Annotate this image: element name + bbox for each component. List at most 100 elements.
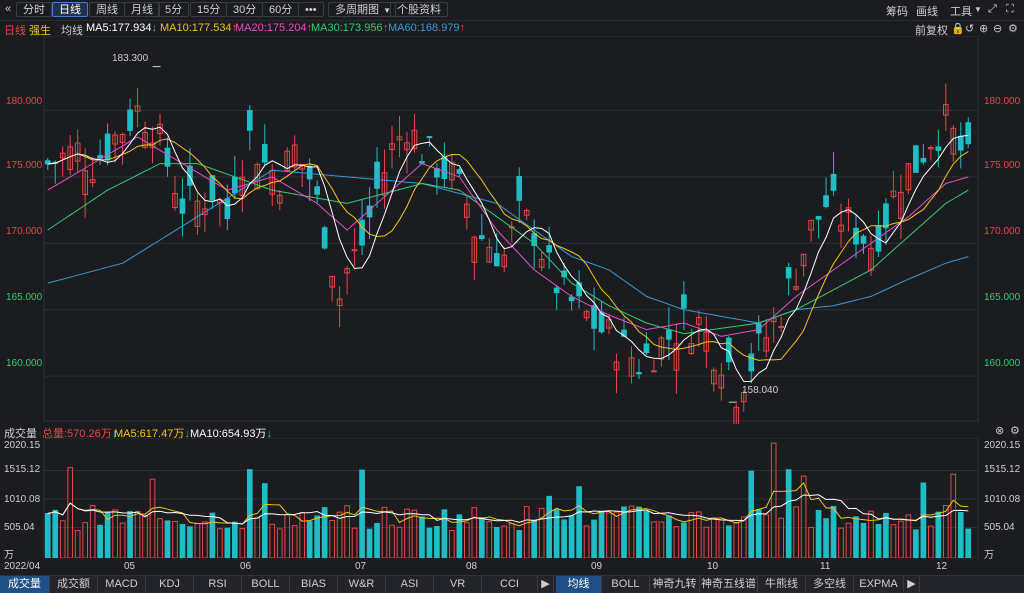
volume-bar — [561, 519, 567, 558]
price-chart[interactable] — [0, 36, 1024, 424]
volume-bar — [942, 505, 949, 558]
tab-ma-overlay[interactable]: 均线 — [556, 576, 602, 593]
tab-time-share[interactable]: 分时 — [16, 2, 52, 17]
candle-body — [651, 370, 657, 373]
volume-bar — [119, 522, 126, 558]
volume-bar — [935, 511, 942, 558]
volume-bar — [591, 519, 597, 558]
tools-button[interactable]: 工具 — [950, 3, 972, 19]
tab-rsi[interactable]: RSI — [194, 576, 242, 593]
more-periods-button[interactable]: ••• — [298, 2, 324, 17]
price-tick: 175.000 — [6, 160, 43, 171]
volume-bar — [411, 509, 418, 558]
date-label: 08 — [466, 561, 478, 572]
tab-vr[interactable]: VR — [434, 576, 482, 593]
lock-icon[interactable]: 🔒 — [951, 22, 965, 35]
volume-tick: 1010.08 — [4, 494, 41, 505]
volume-bar — [583, 525, 590, 558]
tools-chevron-icon[interactable]: ▼ — [974, 5, 982, 14]
tab-volume[interactable]: 成交量 — [0, 576, 50, 593]
volume-bar — [426, 527, 433, 558]
candle-body — [860, 235, 867, 244]
volume-bar — [913, 529, 919, 558]
volume-bar — [845, 522, 852, 558]
volume-chart[interactable] — [0, 438, 1024, 558]
tab-kdj[interactable]: KDJ — [146, 576, 194, 593]
volume-bar — [134, 511, 141, 558]
settings-icon[interactable]: ⚙ — [1008, 22, 1018, 35]
tab-shenqi-jiuzhuan[interactable]: 神奇九转 — [650, 576, 700, 593]
candle-body — [591, 305, 597, 329]
candle-body — [441, 156, 448, 179]
volume-bar — [52, 509, 59, 558]
volume-bar — [329, 520, 335, 558]
tab-expma[interactable]: EXPMA — [854, 576, 904, 593]
tab-turnover[interactable]: 成交额 — [50, 576, 98, 593]
volume-bar — [898, 520, 904, 558]
volume-bar — [957, 512, 964, 558]
low-annotation: 158.040 — [742, 385, 779, 396]
tab-daily[interactable]: 日线 — [52, 2, 88, 17]
tab-asi[interactable]: ASI — [386, 576, 434, 593]
tab-scroll-right-icon[interactable]: ▶ — [538, 576, 554, 593]
volume-bar — [471, 507, 478, 558]
ma10-value: MA10:177.534↑ — [160, 22, 238, 34]
volume-bar — [568, 515, 575, 558]
reset-icon[interactable]: ↺ — [965, 22, 974, 35]
tab-30min[interactable]: 30分 — [226, 2, 264, 17]
expand-icon[interactable]: ⤢ — [988, 3, 997, 16]
volume-tick: 505.04 — [984, 522, 1015, 533]
tab-15min[interactable]: 15分 — [190, 2, 228, 17]
tab-boll-overlay[interactable]: BOLL — [602, 576, 650, 593]
stock-profile-button[interactable]: 个股资料 — [390, 2, 448, 17]
volume-bar — [261, 483, 268, 558]
price-tick: 170.000 — [984, 226, 1021, 237]
candle-body — [478, 235, 485, 240]
chips-button[interactable]: 筹码 — [886, 3, 908, 19]
volume-bar — [291, 525, 298, 558]
volume-bar — [351, 527, 358, 558]
candle-body — [419, 161, 425, 164]
zoom-out-icon[interactable]: ⊖ — [993, 22, 1002, 35]
volume-close-icon[interactable]: ⊗ — [995, 424, 1004, 437]
tab-5min[interactable]: 5分 — [158, 2, 190, 17]
volume-bar — [224, 527, 231, 558]
tab-macd[interactable]: MACD — [98, 576, 146, 593]
candle-body — [232, 176, 238, 194]
volume-bar — [441, 509, 448, 558]
tab-bias[interactable]: BIAS — [290, 576, 338, 593]
tab-boll[interactable]: BOLL — [242, 576, 290, 593]
candle-body — [681, 294, 687, 309]
volume-settings-icon[interactable]: ⚙ — [1010, 424, 1020, 437]
tab-cci[interactable]: CCI — [482, 576, 538, 593]
fullscreen-icon[interactable]: ⛶ — [1006, 3, 1014, 16]
volume-bar — [336, 511, 343, 558]
volume-bar — [449, 530, 455, 558]
tab-shenqi-wuxian[interactable]: 神奇五线谱 — [700, 576, 758, 593]
multi-period-dropdown[interactable]: 多周期图 ▼ — [328, 2, 396, 17]
volume-bar — [164, 520, 171, 558]
volume-bar — [666, 515, 672, 558]
tab-60min[interactable]: 60分 — [262, 2, 300, 17]
tab-long-short[interactable]: 多空线 — [806, 576, 854, 593]
volume-bar — [770, 442, 777, 558]
volume-bar — [755, 509, 762, 558]
volume-bar — [823, 518, 829, 558]
tab-monthly[interactable]: 月线 — [124, 2, 160, 17]
volume-bar — [860, 523, 867, 558]
volume-unit: 万 — [984, 550, 994, 561]
tab-wr[interactable]: W&R — [338, 576, 386, 593]
zoom-in-icon[interactable]: ⊕ — [979, 22, 988, 35]
candle-body — [778, 325, 784, 328]
volume-unit: 万 — [4, 550, 14, 561]
volume-bar — [217, 528, 223, 558]
volume-bar — [434, 526, 440, 558]
double-left-arrow-icon[interactable]: « — [5, 3, 11, 15]
draw-line-button[interactable]: 画线 — [916, 3, 938, 19]
candle-body — [127, 109, 133, 131]
tab-weekly[interactable]: 周线 — [89, 2, 125, 17]
tab-more-right-icon[interactable]: ▶ — [904, 576, 920, 593]
tab-bull-bear[interactable]: 牛熊线 — [758, 576, 806, 593]
high-annotation: 183.300 — [112, 53, 149, 64]
volume-bar — [538, 507, 545, 558]
